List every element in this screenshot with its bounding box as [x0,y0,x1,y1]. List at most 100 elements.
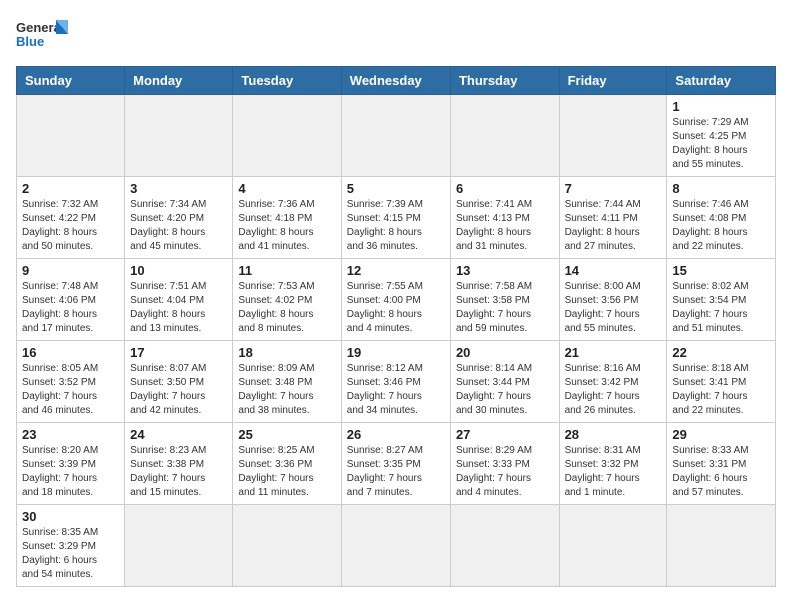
week-row-6: 30 Sunrise: 8:35 AM Sunset: 3:29 PM Dayli… [17,505,776,587]
day-info: Sunrise: 8:33 AM Sunset: 3:31 PM Dayligh… [672,444,770,500]
day-cell: 27Sunrise: 8:29 AM Sunset: 3:33 PM Dayli… [450,423,559,505]
day-number: 1 [672,99,770,114]
day-cell: 25 Sunrise: 8:25 AM Sunset: 3:36 PM Dayli… [233,423,341,505]
day-info: Sunrise: 7:39 AM Sunset: 4:15 PM Dayligh… [347,198,445,254]
day-cell: 28Sunrise: 8:31 AM Sunset: 3:32 PM Dayli… [559,423,667,505]
header-cell-wednesday: Wednesday [341,67,450,95]
day-info: Sunrise: 7:29 AM Sunset: 4:25 PM Dayligh… [672,116,770,172]
day-info: Sunrise: 7:32 AM Sunset: 4:22 PM Dayligh… [22,198,119,254]
day-cell: 8Sunrise: 7:46 AM Sunset: 4:08 PM Daylig… [667,177,776,259]
day-info: Sunrise: 7:55 AM Sunset: 4:00 PM Dayligh… [347,280,445,336]
day-number: 23 [22,427,119,442]
day-info: Sunrise: 8:12 AM Sunset: 3:46 PM Dayligh… [347,362,445,418]
day-info: Sunrise: 7:36 AM Sunset: 4:18 PM Dayligh… [238,198,335,254]
svg-text:Blue: Blue [16,34,44,49]
day-info: Sunrise: 7:48 AM Sunset: 4:06 PM Dayligh… [22,280,119,336]
day-info: Sunrise: 8:14 AM Sunset: 3:44 PM Dayligh… [456,362,554,418]
week-row-1: 1 Sunrise: 7:29 AM Sunset: 4:25 PM Daylig… [17,95,776,177]
header-cell-sunday: Sunday [17,67,125,95]
day-cell: 2 Sunrise: 7:32 AM Sunset: 4:22 PM Daylig… [17,177,125,259]
day-info: Sunrise: 8:35 AM Sunset: 3:29 PM Dayligh… [22,526,119,582]
day-cell: 16 Sunrise: 8:05 AM Sunset: 3:52 PM Dayli… [17,341,125,423]
day-info: Sunrise: 7:44 AM Sunset: 4:11 PM Dayligh… [565,198,662,254]
day-number: 12 [347,263,445,278]
day-cell: 6 Sunrise: 7:41 AM Sunset: 4:13 PM Daylig… [450,177,559,259]
day-cell: 1 Sunrise: 7:29 AM Sunset: 4:25 PM Daylig… [667,95,776,177]
day-number: 26 [347,427,445,442]
day-cell [125,505,233,587]
calendar-table: SundayMondayTuesdayWednesdayThursdayFrid… [16,66,776,587]
day-number: 7 [565,181,662,196]
day-cell: 24 Sunrise: 8:23 AM Sunset: 3:38 PM Dayli… [125,423,233,505]
day-info: Sunrise: 7:53 AM Sunset: 4:02 PM Dayligh… [238,280,335,336]
day-cell [233,505,341,587]
day-number: 13 [456,263,554,278]
day-number: 9 [22,263,119,278]
day-cell [450,505,559,587]
day-number: 2 [22,181,119,196]
day-cell: 15Sunrise: 8:02 AM Sunset: 3:54 PM Dayli… [667,259,776,341]
day-info: Sunrise: 8:29 AM Sunset: 3:33 PM Dayligh… [456,444,554,500]
day-number: 19 [347,345,445,360]
logo-icon: GeneralBlue [16,16,68,58]
day-info: Sunrise: 8:23 AM Sunset: 3:38 PM Dayligh… [130,444,227,500]
day-info: Sunrise: 7:51 AM Sunset: 4:04 PM Dayligh… [130,280,227,336]
day-info: Sunrise: 8:00 AM Sunset: 3:56 PM Dayligh… [565,280,662,336]
day-info: Sunrise: 8:25 AM Sunset: 3:36 PM Dayligh… [238,444,335,500]
day-cell [450,95,559,177]
logo: GeneralBlue [16,16,68,58]
calendar-header: SundayMondayTuesdayWednesdayThursdayFrid… [17,67,776,95]
day-cell: 9 Sunrise: 7:48 AM Sunset: 4:06 PM Daylig… [17,259,125,341]
day-info: Sunrise: 7:34 AM Sunset: 4:20 PM Dayligh… [130,198,227,254]
day-number: 22 [672,345,770,360]
day-number: 5 [347,181,445,196]
day-info: Sunrise: 7:46 AM Sunset: 4:08 PM Dayligh… [672,198,770,254]
day-cell: 4Sunrise: 7:36 AM Sunset: 4:18 PM Daylig… [233,177,341,259]
day-info: Sunrise: 8:27 AM Sunset: 3:35 PM Dayligh… [347,444,445,500]
day-number: 24 [130,427,227,442]
day-cell: 10 Sunrise: 7:51 AM Sunset: 4:04 PM Dayli… [125,259,233,341]
day-cell: 14 Sunrise: 8:00 AM Sunset: 3:56 PM Dayli… [559,259,667,341]
day-number: 21 [565,345,662,360]
day-number: 14 [565,263,662,278]
day-cell: 30 Sunrise: 8:35 AM Sunset: 3:29 PM Dayli… [17,505,125,587]
day-cell [559,505,667,587]
day-cell: 20Sunrise: 8:14 AM Sunset: 3:44 PM Dayli… [450,341,559,423]
day-cell: 17Sunrise: 8:07 AM Sunset: 3:50 PM Dayli… [125,341,233,423]
week-row-2: 2 Sunrise: 7:32 AM Sunset: 4:22 PM Daylig… [17,177,776,259]
day-number: 25 [238,427,335,442]
header-cell-saturday: Saturday [667,67,776,95]
day-number: 6 [456,181,554,196]
day-info: Sunrise: 7:41 AM Sunset: 4:13 PM Dayligh… [456,198,554,254]
day-number: 30 [22,509,119,524]
day-cell [341,505,450,587]
day-info: Sunrise: 8:31 AM Sunset: 3:32 PM Dayligh… [565,444,662,500]
day-number: 10 [130,263,227,278]
week-row-3: 9 Sunrise: 7:48 AM Sunset: 4:06 PM Daylig… [17,259,776,341]
day-number: 11 [238,263,335,278]
day-cell: 29 Sunrise: 8:33 AM Sunset: 3:31 PM Dayli… [667,423,776,505]
day-cell: 23Sunrise: 8:20 AM Sunset: 3:39 PM Dayli… [17,423,125,505]
day-number: 16 [22,345,119,360]
day-cell [17,95,125,177]
day-cell: 26 Sunrise: 8:27 AM Sunset: 3:35 PM Dayli… [341,423,450,505]
day-cell: 22 Sunrise: 8:18 AM Sunset: 3:41 PM Dayli… [667,341,776,423]
day-cell: 21 Sunrise: 8:16 AM Sunset: 3:42 PM Dayli… [559,341,667,423]
day-cell: 19 Sunrise: 8:12 AM Sunset: 3:46 PM Dayli… [341,341,450,423]
header-cell-friday: Friday [559,67,667,95]
day-cell [559,95,667,177]
day-number: 18 [238,345,335,360]
day-info: Sunrise: 8:05 AM Sunset: 3:52 PM Dayligh… [22,362,119,418]
day-number: 15 [672,263,770,278]
day-number: 17 [130,345,227,360]
header-cell-tuesday: Tuesday [233,67,341,95]
day-info: Sunrise: 8:18 AM Sunset: 3:41 PM Dayligh… [672,362,770,418]
week-row-4: 16 Sunrise: 8:05 AM Sunset: 3:52 PM Dayli… [17,341,776,423]
day-cell [125,95,233,177]
day-cell: 18Sunrise: 8:09 AM Sunset: 3:48 PM Dayli… [233,341,341,423]
day-info: Sunrise: 8:16 AM Sunset: 3:42 PM Dayligh… [565,362,662,418]
day-info: Sunrise: 7:58 AM Sunset: 3:58 PM Dayligh… [456,280,554,336]
day-cell: 5 Sunrise: 7:39 AM Sunset: 4:15 PM Daylig… [341,177,450,259]
day-cell [341,95,450,177]
day-number: 29 [672,427,770,442]
